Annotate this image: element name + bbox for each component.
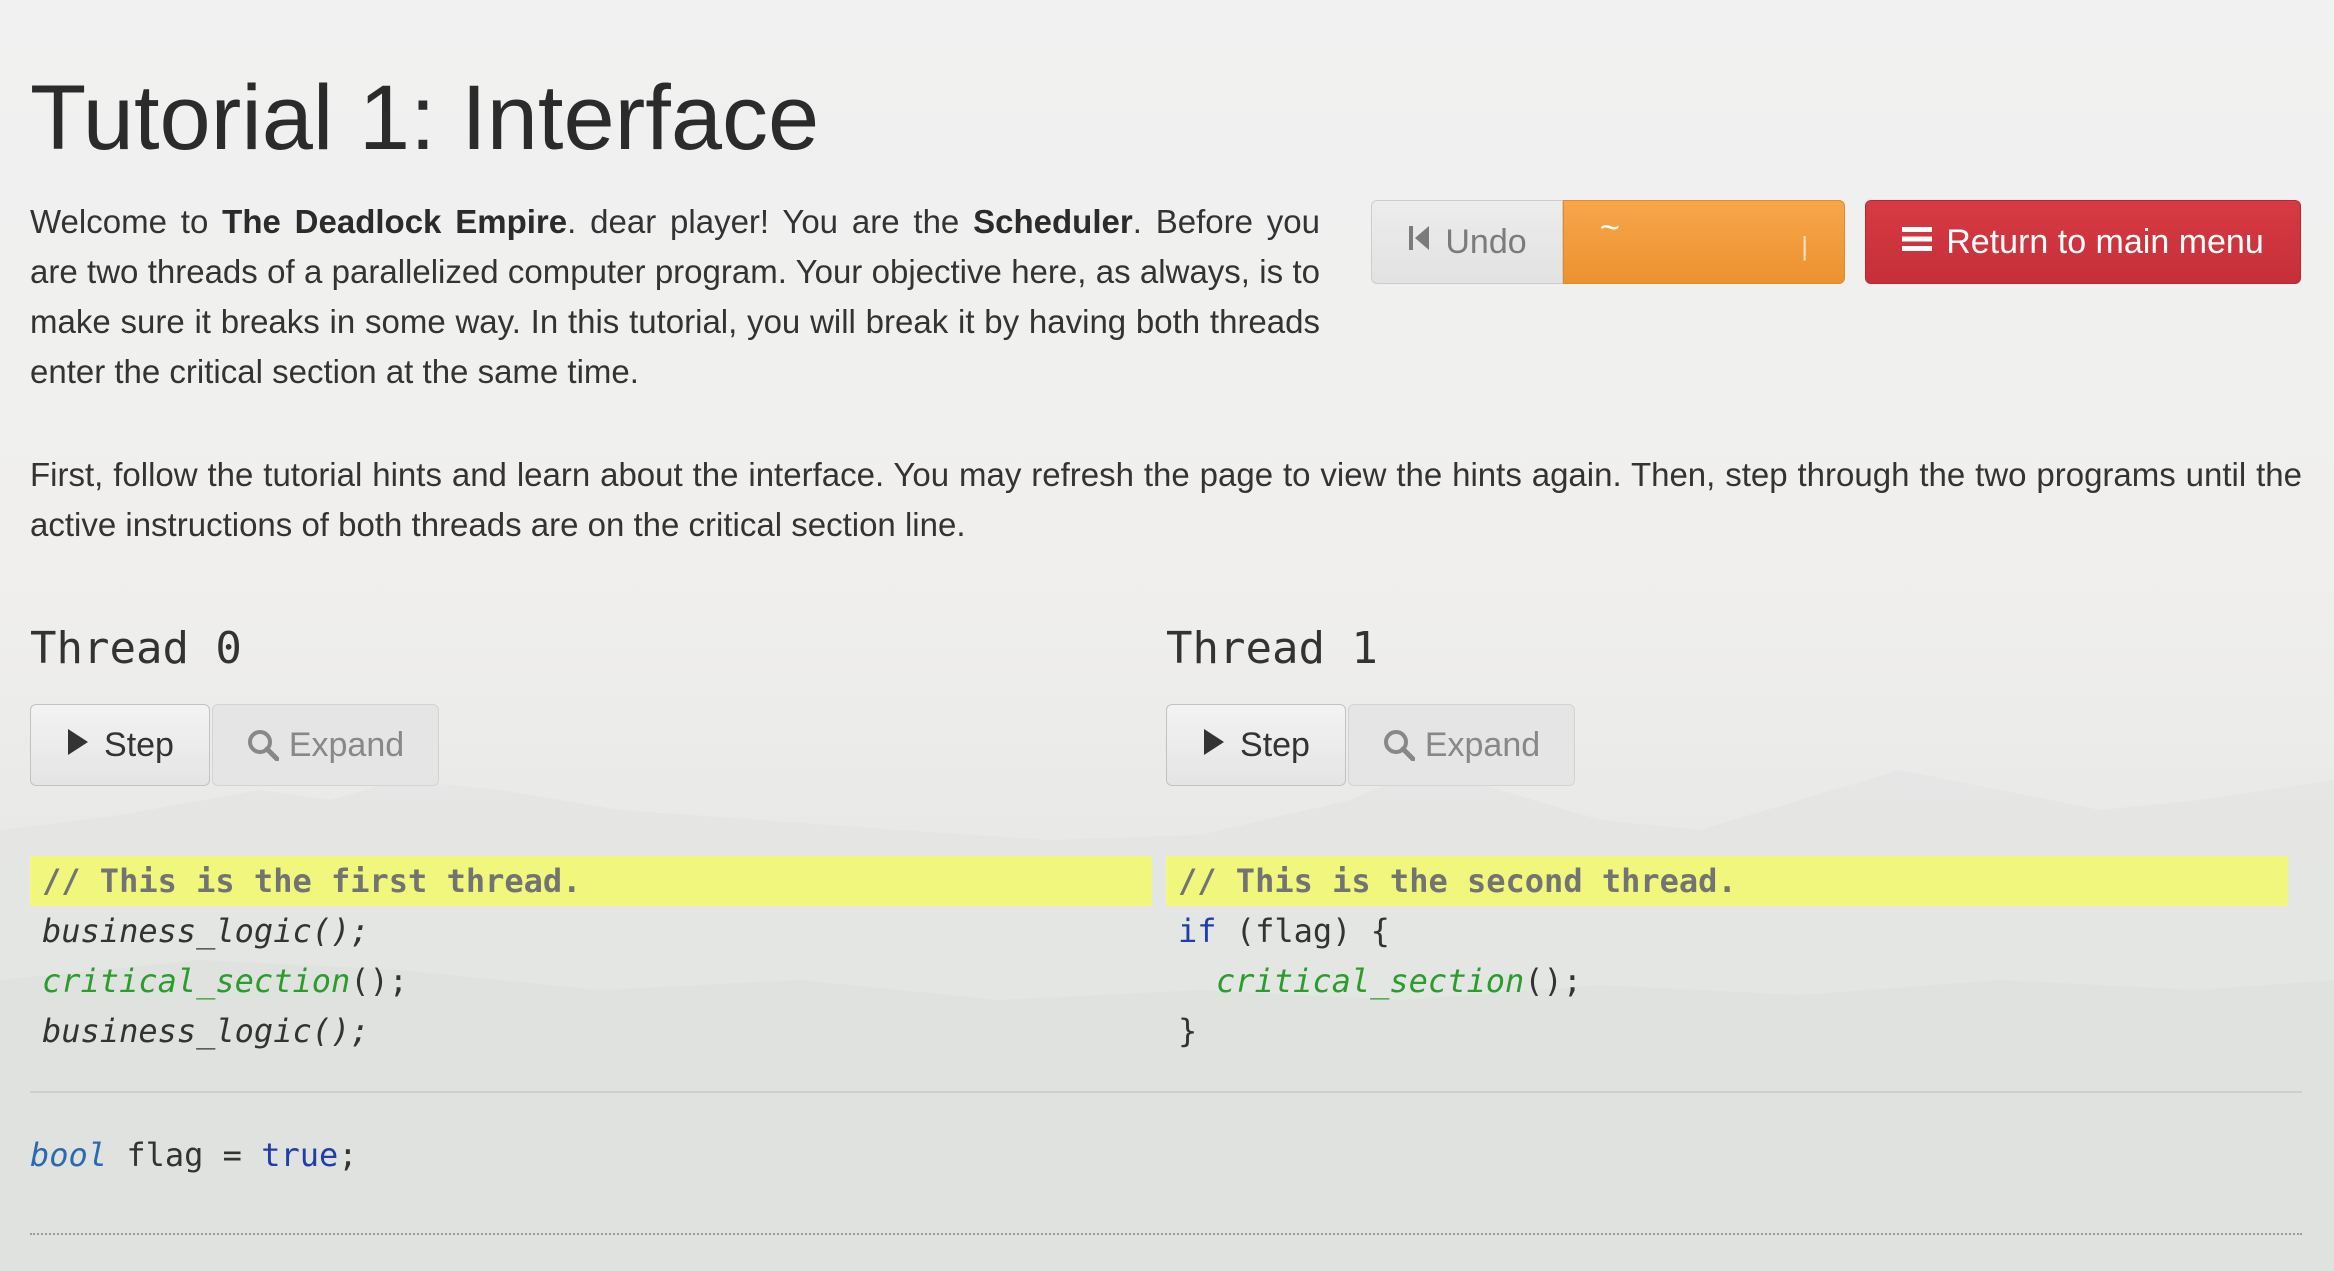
menu-lines-icon [1902,221,1933,264]
undo-button[interactable]: Undo [1371,200,1563,284]
code-keyword: if [1178,912,1217,950]
return-label: Return to main menu [1946,222,2264,261]
thread-0-title: Thread 0 [30,623,242,674]
code-punct: (); [311,912,370,950]
thread-1-title: Thread 1 [1166,623,1378,674]
orange-left-glyph: ~ [1600,209,1620,247]
code-critical-section: critical_section [42,962,351,1000]
tutorial-page: Tutorial 1: Interface Welcome to The Dea… [0,0,2334,1271]
code-punct: (); [1524,962,1583,1000]
intro-text: Welcome to [30,203,223,240]
thread-0-code: // This is the first thread. business_lo… [30,856,1152,1056]
code-line[interactable]: critical_section(); [1166,956,2288,1006]
code-critical-section: critical_section [1216,962,1525,1000]
code-condition: (flag) { [1216,912,1390,950]
code-function: business_logic [42,912,312,950]
intro-text: . dear player! You are the [567,203,974,240]
thread-1-step-button[interactable]: Step [1166,704,1346,786]
game-name: The Deadlock Empire [222,203,568,240]
global-type: bool [30,1136,108,1174]
code-line[interactable]: } [1166,1006,2288,1056]
code-line-active[interactable]: // This is the second thread. [1166,856,2288,906]
orange-status-button[interactable]: ~ | [1563,200,1845,284]
skip-back-icon [1407,223,1431,262]
thread-1-expand-button[interactable]: Expand [1348,704,1575,786]
thread-1-code: // This is the second thread. if (flag) … [1166,856,2288,1056]
code-line[interactable]: if (flag) { [1166,906,2288,956]
search-icon [247,729,279,761]
role-name: Scheduler [973,203,1133,240]
page-title: Tutorial 1: Interface [30,67,820,169]
return-main-menu-button[interactable]: Return to main menu [1865,200,2301,284]
thread-0-step-button[interactable]: Step [30,704,210,786]
expand-label: Expand [288,725,405,764]
code-comment: // This is the second thread. [1178,862,1737,900]
code-function: business_logic [42,1012,312,1050]
dotted-divider [30,1233,2302,1235]
code-line[interactable]: critical_section(); [30,956,1152,1006]
undo-label: Undo [1445,222,1527,261]
code-brace: } [1178,1012,1198,1050]
global-name: flag = [107,1136,262,1174]
divider [30,1091,2302,1093]
code-punct: (); [350,962,409,1000]
step-label: Step [104,725,174,764]
code-comment: // This is the first thread. [42,862,582,900]
code-punct: (); [311,1012,370,1050]
global-variables: bool flag = true; [30,1130,358,1180]
orange-right-glyph: | [1801,231,1808,261]
play-icon [66,727,90,764]
intro-paragraph: Welcome to The Deadlock Empire. dear pla… [30,197,1320,397]
instructions-paragraph: First, follow the tutorial hints and lea… [30,456,2302,543]
search-icon [1383,729,1415,761]
play-icon [1202,727,1226,764]
code-line[interactable]: business_logic(); [30,1006,1152,1056]
undo-button-group: Undo ~ | [1371,200,1845,284]
step-label: Step [1240,725,1310,764]
expand-label: Expand [1424,725,1541,764]
global-value: true [261,1136,339,1174]
code-line[interactable]: business_logic(); [30,906,1152,956]
global-end: ; [338,1136,358,1174]
thread-0-expand-button[interactable]: Expand [212,704,439,786]
code-line-active[interactable]: // This is the first thread. [30,856,1152,906]
